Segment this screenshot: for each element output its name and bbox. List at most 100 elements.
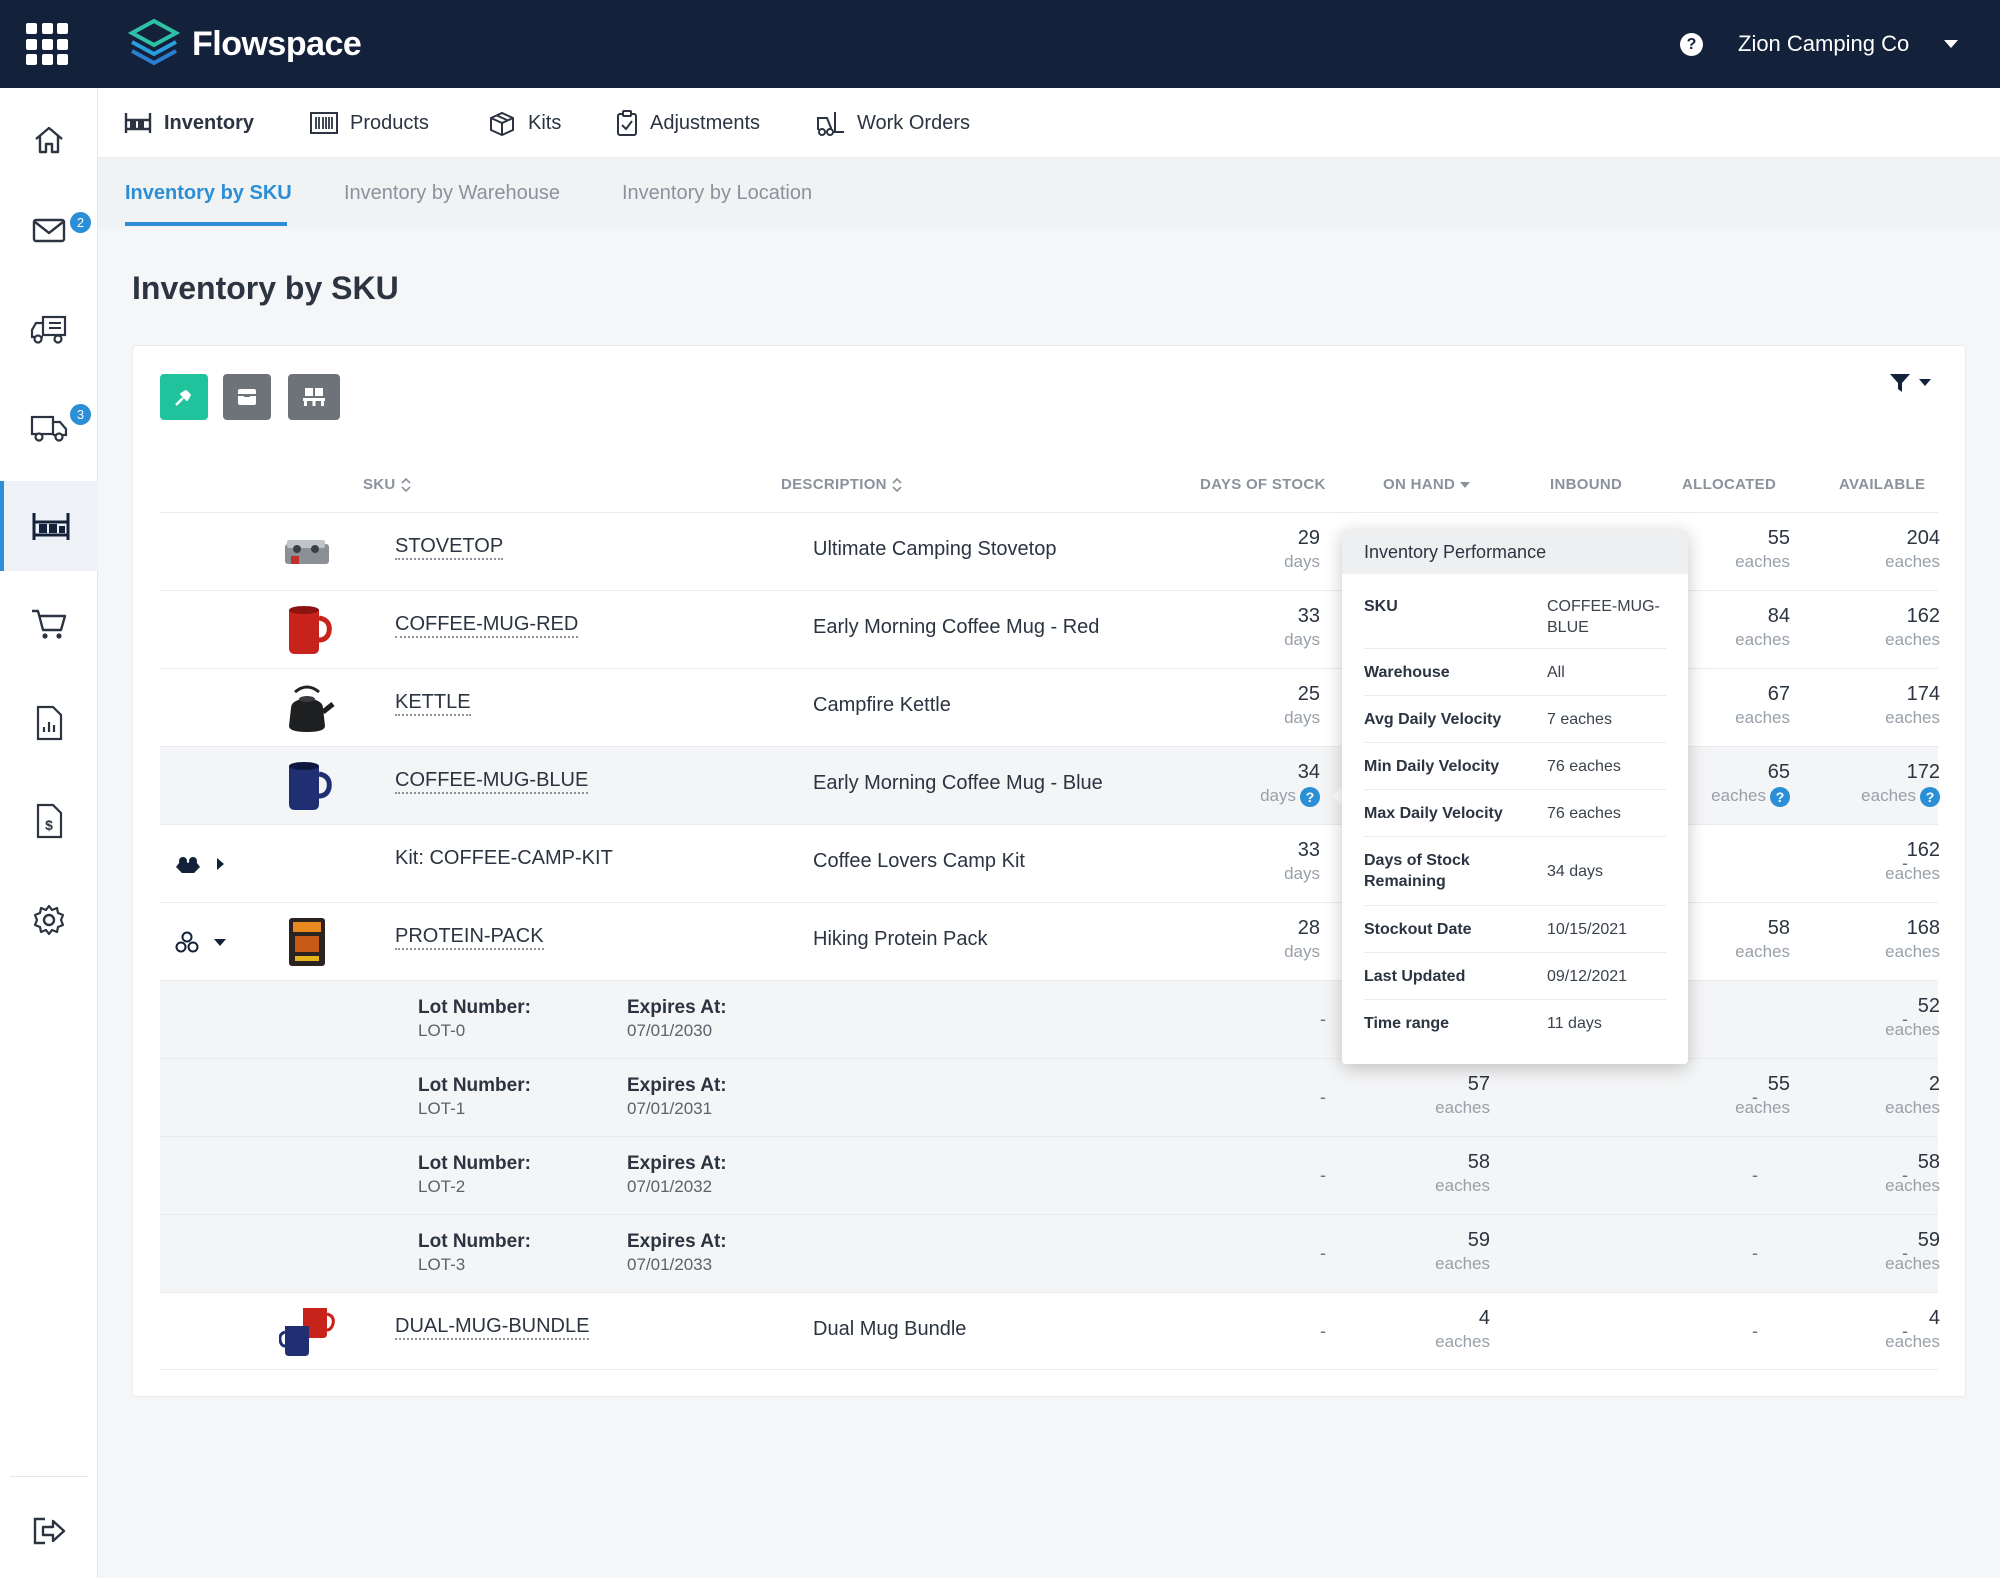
tab-inventory-label: Inventory: [164, 111, 255, 134]
column-header-days-of-stock[interactable]: DAYS OF STOCK: [1200, 476, 1326, 493]
column-header-allocated[interactable]: ALLOCATED: [1682, 476, 1776, 493]
tooltip-value: 76 eaches: [1547, 805, 1621, 822]
invoice-icon[interactable]: $: [0, 776, 98, 866]
on-hand: 59 eaches: [1370, 1229, 1490, 1274]
available: 2 eaches: [1820, 1073, 1940, 1118]
available-value: 174: [1906, 683, 1940, 705]
subtab-inventory-by-warehouse[interactable]: Inventory by Warehouse: [344, 158, 560, 228]
available-value: 59: [1917, 1229, 1940, 1251]
description: Ultimate Camping Stovetop: [813, 538, 1057, 560]
box-view-button[interactable]: [223, 374, 271, 420]
tab-inventory[interactable]: Inventory: [124, 88, 254, 158]
days-of-stock: 25 days: [1200, 683, 1320, 728]
sku-text[interactable]: COFFEE-MUG-BLUE: [395, 769, 589, 794]
lot-expand-toggle[interactable]: [174, 931, 226, 955]
column-header-inbound[interactable]: INBOUND: [1550, 476, 1622, 493]
tooltip-row: Warehouse All: [1364, 649, 1666, 696]
sku-text[interactable]: KETTLE: [395, 691, 471, 716]
lot-number: Lot Number: LOT-3: [418, 1231, 531, 1275]
app-grid-icon[interactable]: [26, 23, 68, 65]
primary-nav: Inventory Products Kits Adjustments Work…: [98, 88, 2000, 158]
available-unit: eaches: [1885, 942, 1940, 961]
settings-gear-icon[interactable]: [0, 875, 98, 965]
lot-expiry: Expires At: 07/01/2033: [627, 1231, 727, 1275]
tab-products[interactable]: Products: [310, 88, 429, 158]
sku-text[interactable]: COFFEE-MUG-RED: [395, 613, 579, 638]
column-header-on-hand-label: ON HAND: [1383, 476, 1456, 493]
subtab-inventory-by-sku[interactable]: Inventory by SKU: [125, 158, 292, 228]
column-header-sku[interactable]: SKU: [363, 476, 412, 493]
sku-text[interactable]: STOVETOP: [395, 535, 504, 560]
lot-row: Lot Number: LOT-2 Expires At: 07/01/2032 -…: [160, 1136, 1940, 1214]
table-row[interactable]: DUAL-MUG-BUNDLE Dual Mug Bundle - 4 eache…: [160, 1292, 1940, 1370]
tab-adjustments[interactable]: Adjustments: [616, 88, 760, 158]
column-header-available[interactable]: AVAILABLE: [1839, 476, 1925, 493]
clipboard-icon: [617, 110, 637, 136]
account-dropdown-icon[interactable]: [1944, 40, 1958, 48]
sku-link[interactable]: STOVETOP: [395, 535, 504, 560]
sku-link[interactable]: DUAL-MUG-BUNDLE: [395, 1315, 590, 1340]
sku-text[interactable]: PROTEIN-PACK: [395, 925, 544, 950]
subtab-inventory-by-location[interactable]: Inventory by Location: [622, 158, 812, 228]
filter-dropdown[interactable]: [1889, 372, 1931, 394]
available: 172 eaches?: [1820, 761, 1940, 807]
pick-tool-button[interactable]: [160, 374, 208, 420]
allocated-value: 67: [1767, 683, 1790, 705]
tab-work-orders[interactable]: Work Orders: [815, 88, 970, 158]
sku-link[interactable]: KETTLE: [395, 691, 471, 716]
available: 52 eaches: [1820, 995, 1940, 1040]
column-header-on-hand[interactable]: ON HAND: [1383, 476, 1471, 493]
available: 168 eaches: [1820, 917, 1940, 962]
on-hand: 58 eaches: [1370, 1151, 1490, 1196]
shipping-truck-icon[interactable]: 3: [0, 382, 98, 472]
tooltip-value: 34 days: [1547, 863, 1604, 880]
secondary-nav: Inventory by SKU Inventory by Warehouse …: [98, 158, 2000, 228]
days-of-stock: 33 days: [1200, 605, 1320, 650]
available-value: 162: [1906, 605, 1940, 627]
home-icon[interactable]: [0, 95, 98, 185]
inventory-warehouse-icon[interactable]: [0, 481, 98, 571]
tooltip-row: Min Daily Velocity 76 eaches: [1364, 743, 1666, 790]
forklift-icon: [817, 112, 844, 136]
days-of-stock: 29 days: [1200, 527, 1320, 572]
tooltip-key: Min Daily Velocity: [1364, 758, 1500, 775]
tab-kits-label: Kits: [528, 111, 562, 134]
tooltip-key: Last Updated: [1364, 968, 1466, 985]
account-name[interactable]: Zion Camping Co: [1738, 31, 1909, 57]
expires-label: Expires At:: [627, 1231, 727, 1252]
allocated: 55 eaches: [1670, 527, 1790, 572]
help-circle-icon[interactable]: ?: [1770, 786, 1790, 807]
inbox-icon[interactable]: 2: [0, 185, 98, 275]
logo[interactable]: Flowspace: [128, 18, 362, 70]
logout-icon[interactable]: [0, 1486, 98, 1576]
available-value: 52: [1917, 995, 1940, 1017]
tooltip-key: Stockout Date: [1364, 921, 1472, 938]
tab-kits[interactable]: Kits: [488, 88, 561, 158]
kit-expand-toggle[interactable]: [174, 853, 224, 875]
help-icon[interactable]: ?: [1680, 33, 1703, 56]
help-circle-icon[interactable]: ?: [1300, 786, 1320, 807]
sku-text[interactable]: DUAL-MUG-BUNDLE: [395, 1315, 590, 1340]
tooltip-row: Days of Stock Remaining 34 days: [1364, 837, 1666, 906]
column-header-description[interactable]: DESCRIPTION: [781, 476, 903, 493]
delivery-truck-icon[interactable]: [0, 284, 98, 374]
sku-link[interactable]: COFFEE-MUG-BLUE: [395, 769, 589, 794]
lot-number-label: Lot Number:: [418, 1075, 531, 1096]
on-hand-unit: eaches: [1435, 1254, 1490, 1273]
allocated-value: 65: [1767, 761, 1790, 783]
help-circle-icon[interactable]: ?: [1920, 786, 1940, 807]
kit-icon: [176, 857, 200, 873]
sku-link[interactable]: PROTEIN-PACK: [395, 925, 544, 950]
allocated-value: 55: [1767, 527, 1790, 549]
cart-icon[interactable]: [0, 579, 98, 669]
days-value: 33: [1297, 839, 1320, 861]
tooltip-key: SKU: [1364, 598, 1398, 615]
available-unit: eaches: [1885, 864, 1940, 883]
report-icon[interactable]: [0, 678, 98, 768]
available: 204 eaches: [1820, 527, 1940, 572]
inbox-badge: 2: [70, 212, 91, 233]
pallet-view-button[interactable]: [288, 374, 340, 420]
sku-link[interactable]: COFFEE-MUG-RED: [395, 613, 579, 638]
description: Hiking Protein Pack: [813, 928, 988, 950]
chevron-right-icon: [217, 858, 224, 870]
